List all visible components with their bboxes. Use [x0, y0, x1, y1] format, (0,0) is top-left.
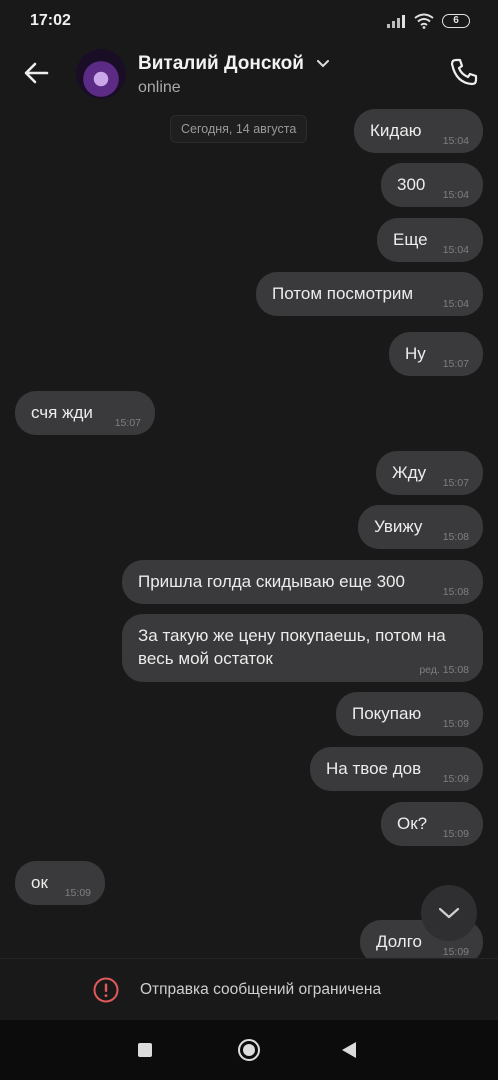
message-text: Пришла голда скидываю еще 300: [138, 572, 405, 591]
message-time: 15:09: [64, 887, 91, 899]
message-text: Долго: [376, 932, 422, 951]
exclamation-circle-icon: [93, 977, 119, 1003]
message-text: Ок?: [397, 814, 428, 833]
recents-button[interactable]: [138, 1043, 152, 1057]
status-bar: 17:02 6: [0, 0, 498, 44]
signal-icon: [387, 15, 405, 28]
message-time: 15:08: [442, 586, 469, 598]
message-bubble-incoming[interactable]: счя жди 15:07: [15, 391, 155, 435]
message-time: 15:04: [442, 244, 469, 256]
message-text: За такую же цену покупаешь, потом на вес…: [138, 626, 446, 668]
message-time: 15:09: [442, 718, 469, 730]
message-time: 15:09: [442, 946, 469, 958]
arrow-left-icon: [24, 62, 49, 84]
chat-header: Виталий Донской online: [0, 44, 498, 108]
message-time: ред. 15:08: [419, 664, 469, 676]
message-bubble-outgoing[interactable]: Ок? 15:09: [381, 802, 483, 846]
date-separator: Сегодня, 14 августа: [170, 115, 308, 143]
message-text: 300: [397, 175, 426, 194]
contact-name-row[interactable]: Виталий Донской: [138, 53, 330, 75]
message-time: 15:04: [442, 298, 469, 310]
message-bubble-outgoing[interactable]: Ну 15:07: [389, 332, 483, 376]
messaging-restricted-bar: Отправка сообщений ограничена: [0, 958, 498, 1021]
battery-indicator: 6: [442, 14, 470, 28]
contact-name: Виталий Донской: [138, 53, 304, 74]
message-bubble-outgoing[interactable]: Пришла голда скидываю еще 300 15:08: [122, 560, 483, 604]
system-back-button[interactable]: [342, 1042, 356, 1058]
home-button[interactable]: [238, 1039, 260, 1061]
message-bubble-outgoing[interactable]: На твое дов 15:09: [310, 747, 483, 791]
message-text: счя жди: [31, 403, 93, 422]
message-text: Кидаю: [370, 121, 422, 140]
scroll-to-bottom-button[interactable]: [421, 885, 477, 941]
message-text: Увижу: [374, 517, 423, 536]
call-button[interactable]: [448, 56, 480, 88]
message-time: 15:09: [442, 773, 469, 785]
message-text: Жду: [392, 463, 427, 482]
message-time: 15:08: [442, 531, 469, 543]
status-time: 17:02: [30, 12, 71, 29]
message-text: Покупаю: [352, 704, 422, 723]
message-time: 15:07: [442, 358, 469, 370]
back-button[interactable]: [22, 58, 52, 88]
message-text: Потом посмотрим: [272, 284, 414, 303]
message-text: ок: [31, 873, 48, 892]
message-bubble-outgoing[interactable]: За такую же цену покупаешь, потом на вес…: [122, 614, 483, 682]
message-text: Ну: [405, 344, 426, 363]
message-text: Еще: [393, 230, 428, 249]
wifi-icon: [414, 13, 434, 29]
message-time: 15:07: [114, 417, 141, 429]
message-bubble-outgoing[interactable]: Жду 15:07: [376, 451, 483, 495]
message-bubble-incoming[interactable]: ок 15:09: [15, 861, 105, 905]
message-bubble-outgoing[interactable]: 300 15:04: [381, 163, 483, 207]
message-bubble-outgoing[interactable]: Покупаю 15:09: [336, 692, 483, 736]
message-time: 15:04: [442, 189, 469, 201]
phone-icon: [450, 58, 478, 86]
message-bubble-outgoing[interactable]: Кидаю 15:04: [354, 109, 483, 153]
message-bubble-outgoing[interactable]: Еще 15:04: [377, 218, 483, 262]
message-time: 15:07: [442, 477, 469, 489]
chevron-down-icon: [317, 59, 330, 68]
contact-status: online: [138, 79, 181, 96]
message-bubble-outgoing[interactable]: Потом посмотрим 15:04: [256, 272, 483, 316]
chevron-down-icon: [438, 907, 460, 919]
avatar[interactable]: [76, 49, 126, 99]
message-time: 15:04: [442, 135, 469, 147]
restriction-text: Отправка сообщений ограничена: [140, 981, 382, 998]
message-text: На твое дов: [326, 759, 422, 778]
message-bubble-outgoing[interactable]: Увижу 15:08: [358, 505, 483, 549]
system-nav-bar: [0, 1020, 498, 1080]
status-icons: 6: [386, 13, 470, 29]
message-time: 15:09: [442, 828, 469, 840]
